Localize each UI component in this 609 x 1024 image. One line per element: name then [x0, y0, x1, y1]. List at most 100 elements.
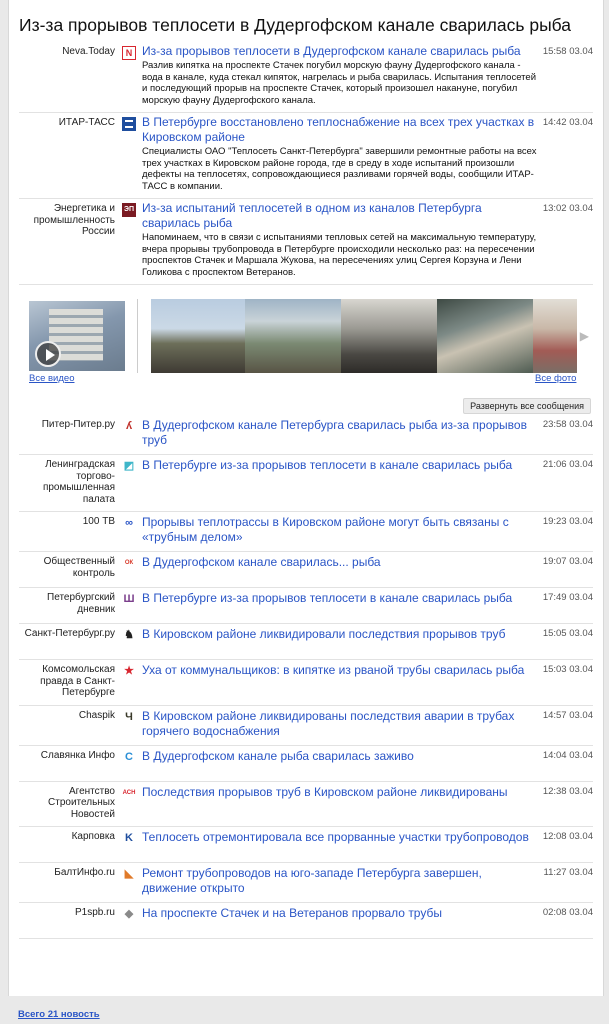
- news-time: 14:57 03.04: [542, 709, 593, 721]
- story-snippet: Специалисты ОАО "Теплосеть Санкт-Петербу…: [142, 146, 537, 192]
- karpovka-logo-icon: K: [125, 832, 133, 844]
- photo-thumbnail[interactable]: [245, 299, 341, 373]
- news-title-link[interactable]: Прорывы теплотрассы в Кировском районе м…: [142, 512, 539, 545]
- 100tv-logo-icon: ∞: [125, 517, 133, 529]
- source-name[interactable]: Chaspik: [19, 706, 115, 739]
- news-time: 19:07 03.04: [542, 556, 593, 567]
- news-time: 17:49 03.04: [542, 592, 593, 603]
- news-item: Петербургский дневник Ш В Петербурге из-за…: [19, 588, 593, 624]
- asn-logo-icon: АСН: [122, 789, 136, 796]
- cluster-headline: Из-за прорывов теплосети в Дудергофском …: [19, 15, 572, 35]
- photo-thumbnail[interactable]: [341, 299, 437, 373]
- news-time: 02:08 03.04: [542, 907, 593, 918]
- spb-ru-logo-icon: ♞: [124, 629, 134, 641]
- chaspik-logo-icon: Ч: [125, 710, 133, 723]
- news-title-link[interactable]: Уха от коммунальщиков: в кипятке из рван…: [142, 660, 539, 678]
- news-item: БалтИнфо.ru ◣ Ремонт трубопроводов на юго-…: [19, 863, 593, 903]
- news-title-link[interactable]: В Дудергофском канале Петербурга сварила…: [142, 415, 539, 448]
- peterburgsky-dnevnik-logo-icon: Ш: [123, 593, 135, 605]
- source-name[interactable]: Славянка Инфо: [19, 746, 115, 775]
- play-icon[interactable]: [35, 341, 61, 367]
- obshchestvenny-kontrol-logo-icon: ОК: [124, 560, 134, 566]
- news-title-link[interactable]: В Дудергофском канале рыба сварилась заж…: [142, 746, 539, 764]
- story-time: 13:02 03.04: [542, 203, 593, 214]
- news-title-link[interactable]: В Петербурге из-за прорывов теплосети в …: [142, 455, 539, 473]
- news-item: Ленинградская торгово-промышленная палат…: [19, 455, 593, 512]
- story-item: ИТАР-ТАСС В Петербурге восстановлено теп…: [19, 113, 593, 199]
- source-name[interactable]: P1spb.ru: [19, 903, 115, 932]
- news-title-link[interactable]: В Дудергофском канале сварилась... рыба: [142, 552, 539, 570]
- news-item: Карповка K Теплосеть отремонтировала все п…: [19, 827, 593, 863]
- story-time: 15:58 03.04: [542, 46, 593, 57]
- total-news-link[interactable]: Всего 21 новость: [18, 1009, 100, 1020]
- news-title-link[interactable]: Ремонт трубопроводов на юго-западе Петер…: [142, 863, 539, 896]
- story-item: Neva.Today N Из-за прорывов теплосети в …: [19, 42, 593, 113]
- video-thumbnail[interactable]: [29, 301, 125, 371]
- neva-today-logo-icon: N: [122, 46, 136, 60]
- news-time: 19:23 03.04: [542, 516, 593, 527]
- source-name[interactable]: Ленинградская торгово-промышленная палат…: [19, 455, 115, 505]
- news-time: 12:38 03.04: [542, 785, 593, 797]
- top-stories: Neva.Today N Из-за прорывов теплосети в …: [9, 42, 603, 285]
- news-item: Chaspik Ч В Кировском районе ликвидированы…: [19, 706, 593, 746]
- expand-container: Развернуть все сообщения: [9, 391, 591, 415]
- p1spb-logo-icon: ◆: [124, 908, 134, 920]
- news-title-link[interactable]: Теплосеть отремонтировала все прорванные…: [142, 827, 539, 845]
- news-time: 12:08 03.04: [542, 831, 593, 842]
- news-title-link[interactable]: В Кировском районе ликвидированы последс…: [142, 706, 539, 739]
- energetika-logo-icon: ЭП: [122, 203, 136, 217]
- source-name[interactable]: Санкт-Петербург.ру: [19, 624, 115, 653]
- source-name[interactable]: Комсомольская правда в Санкт-Петербурге: [19, 660, 115, 699]
- ltpp-logo-icon: ◩: [123, 460, 135, 472]
- news-time: 23:58 03.04: [542, 419, 593, 430]
- piter-piter-logo-icon: ʎ: [125, 420, 133, 432]
- story-title-link[interactable]: В Петербурге восстановлено теплоснабжени…: [142, 113, 539, 145]
- baltinfo-logo-icon: ◣: [124, 868, 134, 880]
- news-item: Славянка Инфо C В Дудергофском канале рыба…: [19, 746, 593, 782]
- itar-tass-logo-icon: [122, 117, 136, 131]
- news-item: Питер-Питер.ру ʎ В Дудергофском канале Пет…: [19, 415, 593, 455]
- photo-thumbnail[interactable]: [151, 299, 245, 373]
- news-item: Санкт-Петербург.ру ♞ В Кировском районе ли…: [19, 624, 593, 660]
- news-cluster-panel: Из-за прорывов теплосети в Дудергофском …: [8, 0, 604, 996]
- all-photo-link[interactable]: Все фото: [535, 373, 576, 384]
- media-strip: ▶ Все видео Все фото: [19, 299, 593, 391]
- source-name[interactable]: Петербургский дневник: [19, 588, 115, 617]
- news-time: 11:27 03.04: [543, 867, 593, 878]
- news-time: 21:06 03.04: [542, 459, 593, 470]
- news-item: Агентство Строительных Новостей АСН Послед…: [19, 782, 593, 827]
- source-name[interactable]: Общественный контроль: [19, 552, 115, 581]
- story-snippet: Напоминаем, что в связи с испытаниями те…: [142, 232, 537, 278]
- news-time: 15:03 03.04: [542, 664, 593, 675]
- source-name[interactable]: Энергетика и промышленность России: [19, 199, 115, 278]
- photo-thumbnail[interactable]: [533, 299, 577, 373]
- news-item: Общественный контроль ОК В Дудергофском ка…: [19, 552, 593, 588]
- news-item: 100 ТВ ∞ Прорывы теплотрассы в Кировском р…: [19, 512, 593, 552]
- story-item: Энергетика и промышленность России ЭП Из…: [19, 199, 593, 285]
- source-name[interactable]: 100 ТВ: [19, 512, 115, 545]
- story-title-link[interactable]: Из-за испытаний теплосетей в одном из ка…: [142, 199, 539, 231]
- slavyanka-logo-icon: C: [125, 750, 133, 763]
- chevron-right-icon[interactable]: ▶: [580, 329, 589, 343]
- source-name[interactable]: Neva.Today: [19, 42, 115, 106]
- news-list: Питер-Питер.ру ʎ В Дудергофском канале Пет…: [9, 415, 603, 939]
- media-divider: [137, 299, 138, 373]
- news-time: 15:05 03.04: [542, 628, 593, 639]
- source-name[interactable]: ИТАР-ТАСС: [19, 113, 115, 192]
- story-snippet: Разлив кипятка на проспекте Стачек погуб…: [142, 60, 536, 106]
- news-item: P1spb.ru ◆ На проспекте Стачек и на Ветера…: [19, 903, 593, 939]
- all-video-link[interactable]: Все видео: [29, 373, 74, 384]
- news-title-link[interactable]: В Кировском районе ликвидировали последс…: [142, 624, 539, 642]
- source-name[interactable]: БалтИнфо.ru: [19, 863, 115, 896]
- source-name[interactable]: Питер-Питер.ру: [19, 415, 115, 448]
- story-time: 14:42 03.04: [542, 117, 593, 128]
- expand-all-button[interactable]: Развернуть все сообщения: [463, 398, 591, 414]
- story-title-link[interactable]: Из-за прорывов теплосети в Дудергофском …: [142, 42, 539, 59]
- news-title-link[interactable]: Последствия прорывов труб в Кировском ра…: [142, 782, 539, 800]
- source-name[interactable]: Агентство Строительных Новостей: [19, 782, 115, 821]
- news-title-link[interactable]: На проспекте Стачек и на Ветеранов прорв…: [142, 903, 539, 921]
- source-name[interactable]: Карповка: [19, 827, 115, 856]
- news-time: 14:04 03.04: [542, 749, 593, 761]
- news-title-link[interactable]: В Петербурге из-за прорывов теплосети в …: [142, 588, 539, 606]
- photo-thumbnail[interactable]: [437, 299, 533, 373]
